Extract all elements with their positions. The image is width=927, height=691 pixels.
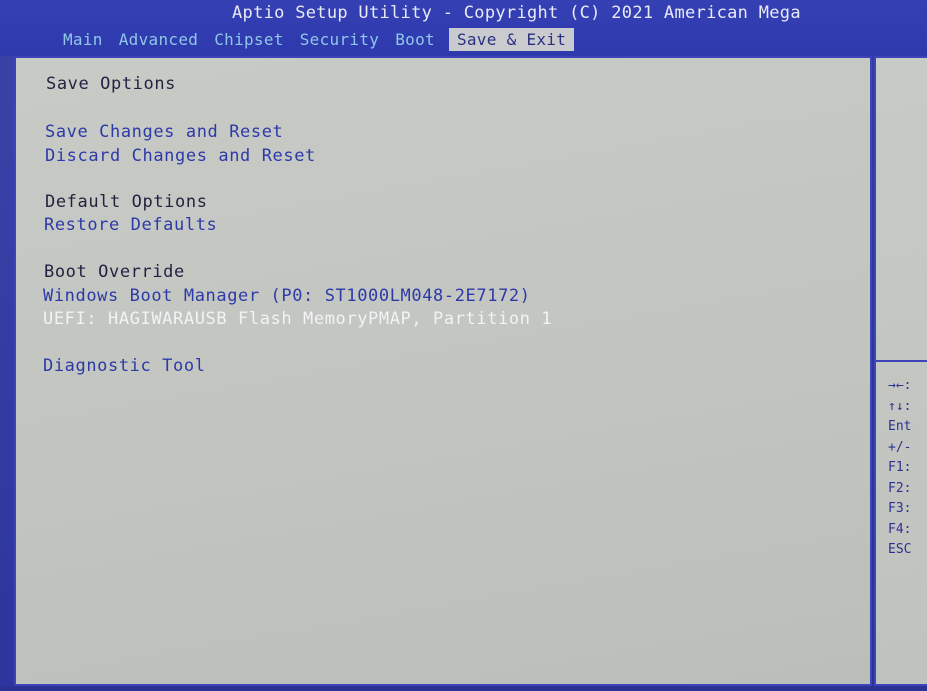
key-help-select-item: ↑↓:	[888, 398, 912, 414]
discard-changes-reset-option[interactable]: Discard Changes and Reset	[45, 146, 316, 166]
boot-override-uefi-option[interactable]: UEFI: HAGIWARAUSB Flash MemoryPMAP, Part…	[43, 309, 552, 329]
tab-save-exit[interactable]: Save & Exit	[448, 27, 575, 51]
tab-main[interactable]: Main	[55, 28, 111, 51]
key-help-select-screen: →←:	[888, 378, 912, 393]
key-help-f1: F1:	[888, 460, 912, 475]
tab-boot[interactable]: Boot	[387, 28, 443, 51]
key-help-enter: Ent	[888, 419, 912, 434]
default-options-heading: Default Options	[45, 192, 208, 212]
key-help-f3: F3:	[888, 501, 912, 516]
tab-security[interactable]: Security	[292, 28, 387, 51]
boot-override-heading: Boot Override	[44, 262, 185, 282]
key-help-f4: F4:	[888, 521, 912, 537]
restore-defaults-option[interactable]: Restore Defaults	[44, 215, 217, 235]
header-bar: Aptio Setup Utility - Copyright (C) 2021…	[0, 0, 927, 56]
help-divider	[876, 360, 927, 362]
main-panel: Save Options Save Changes and Reset Disc…	[14, 56, 872, 686]
tab-chipset[interactable]: Chipset	[206, 28, 292, 51]
app-title: Aptio Setup Utility - Copyright (C) 2021…	[232, 3, 801, 23]
tab-advanced[interactable]: Advanced	[111, 28, 206, 51]
bottom-bar	[0, 686, 927, 691]
boot-override-windows-option[interactable]: Windows Boot Manager (P0: ST1000LM048-2E…	[43, 286, 531, 306]
key-help-list: →←: ↑↓: Ent +/- F1: F2: F3: F4: ESC	[888, 376, 911, 561]
tab-bar: Main Advanced Chipset Security Boot Save…	[55, 25, 575, 53]
save-changes-reset-option[interactable]: Save Changes and Reset	[45, 122, 283, 142]
key-help-change-opt: +/-	[888, 439, 912, 455]
key-help-f2: F2:	[888, 480, 912, 496]
diagnostic-tool-option[interactable]: Diagnostic Tool	[43, 356, 206, 376]
key-help-esc: ESC	[888, 542, 912, 557]
help-panel: →←: ↑↓: Ent +/- F1: F2: F3: F4: ESC	[874, 56, 927, 686]
bios-screen: Aptio Setup Utility - Copyright (C) 2021…	[0, 0, 927, 691]
save-options-heading: Save Options	[46, 74, 177, 94]
